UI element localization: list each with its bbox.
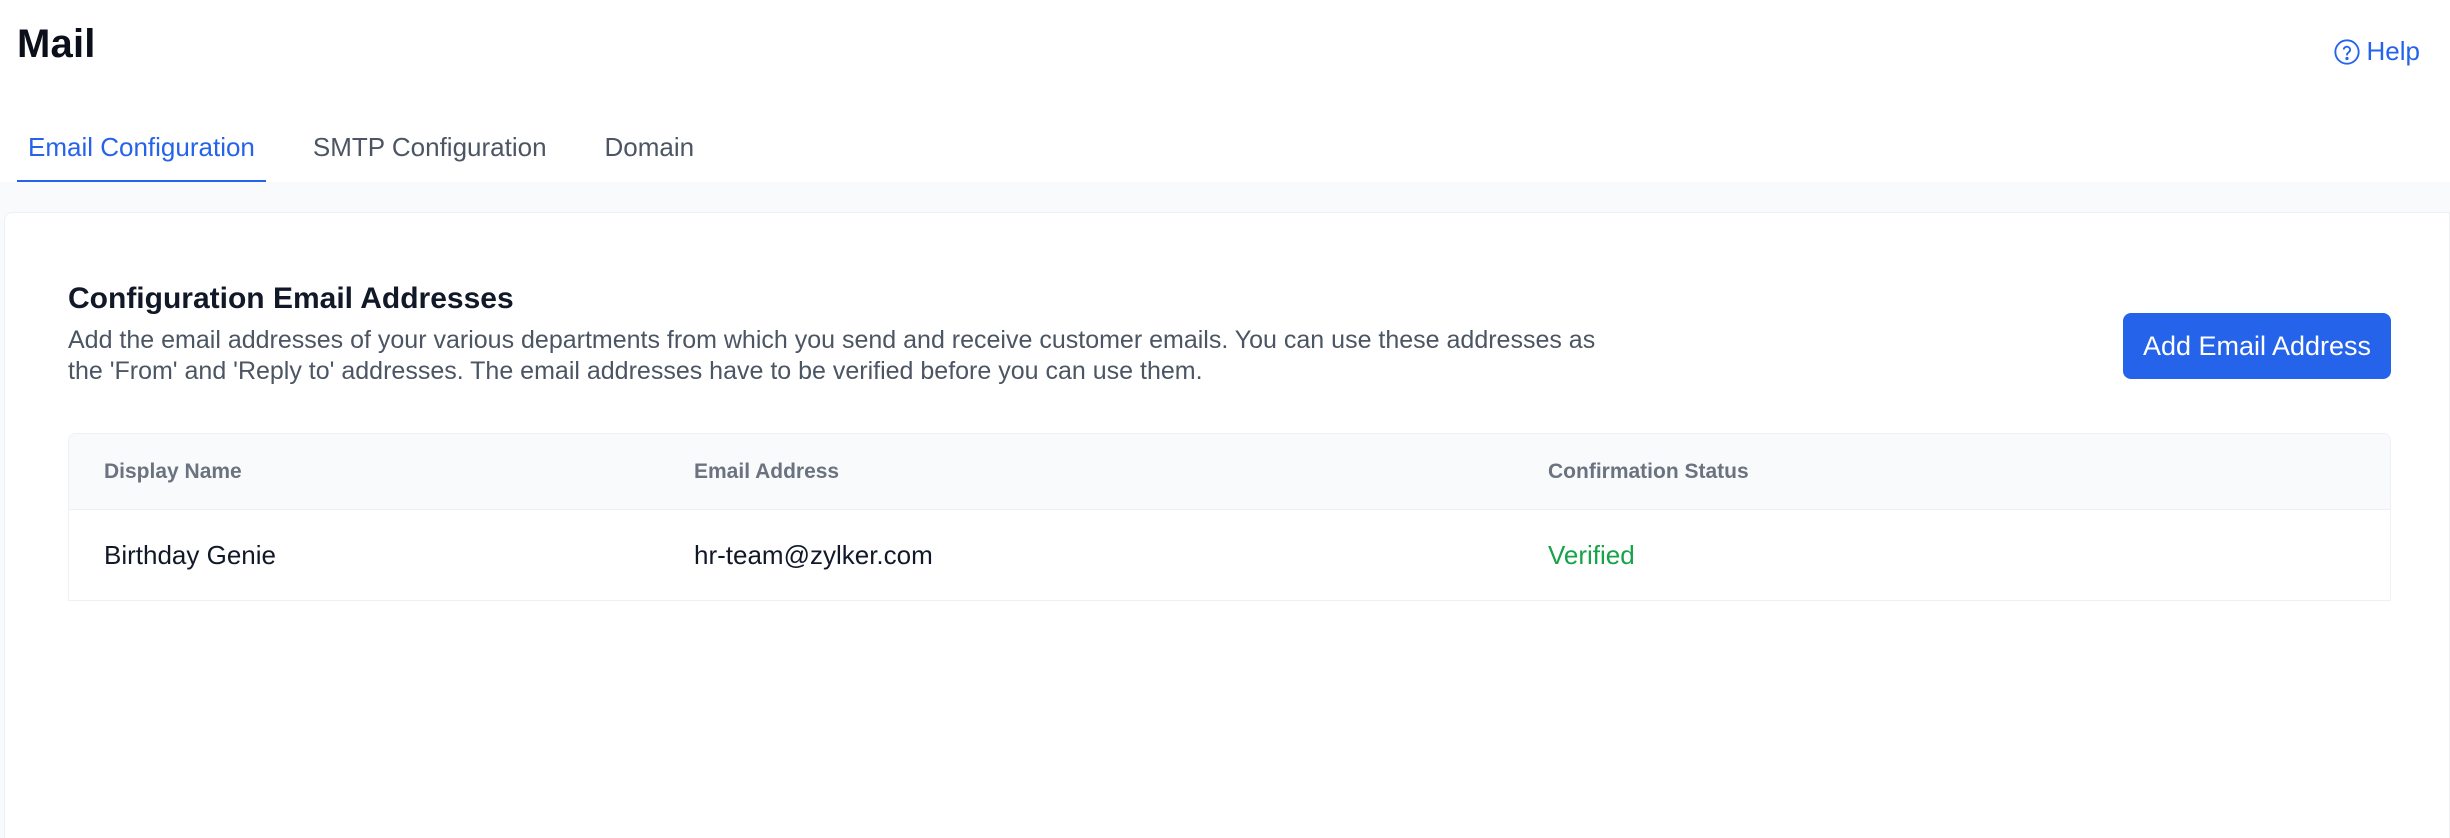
cell-display-name: Birthday Genie xyxy=(104,540,276,570)
column-header-display-name[interactable]: Display Name xyxy=(69,458,694,486)
cell-email-address: hr-team@zylker.com xyxy=(694,540,933,570)
tab-smtp-configuration[interactable]: SMTP Configuration xyxy=(302,116,558,183)
table-row[interactable]: Birthday Genie hr-team@zylker.com Verifi… xyxy=(69,510,2390,600)
tab-domain[interactable]: Domain xyxy=(594,116,706,183)
column-header-confirmation-status[interactable]: Confirmation Status xyxy=(1548,458,2390,486)
help-link[interactable]: Help xyxy=(2333,36,2420,67)
status-badge: Verified xyxy=(1548,540,1635,570)
tab-bar: Email Configuration SMTP Configuration D… xyxy=(17,116,741,183)
page-title: Mail xyxy=(17,22,96,66)
help-circle-icon xyxy=(2333,38,2361,66)
help-label: Help xyxy=(2366,36,2420,66)
section-title: Configuration Email Addresses xyxy=(68,282,514,315)
mail-settings-page: Mail Help Email Configuration SMTP Confi… xyxy=(0,0,2450,838)
email-addresses-table: Display Name Email Address Confirmation … xyxy=(68,433,2391,601)
column-header-email-address[interactable]: Email Address xyxy=(694,458,1548,486)
email-addresses-card: Configuration Email Addresses Add the em… xyxy=(4,212,2450,838)
add-email-address-button[interactable]: Add Email Address xyxy=(2123,313,2391,379)
page-header: Mail Help Email Configuration SMTP Confi… xyxy=(0,0,2450,183)
section-description: Add the email addresses of your various … xyxy=(68,326,1596,385)
tab-email-configuration[interactable]: Email Configuration xyxy=(17,116,266,183)
table-header: Display Name Email Address Confirmation … xyxy=(69,434,2390,510)
